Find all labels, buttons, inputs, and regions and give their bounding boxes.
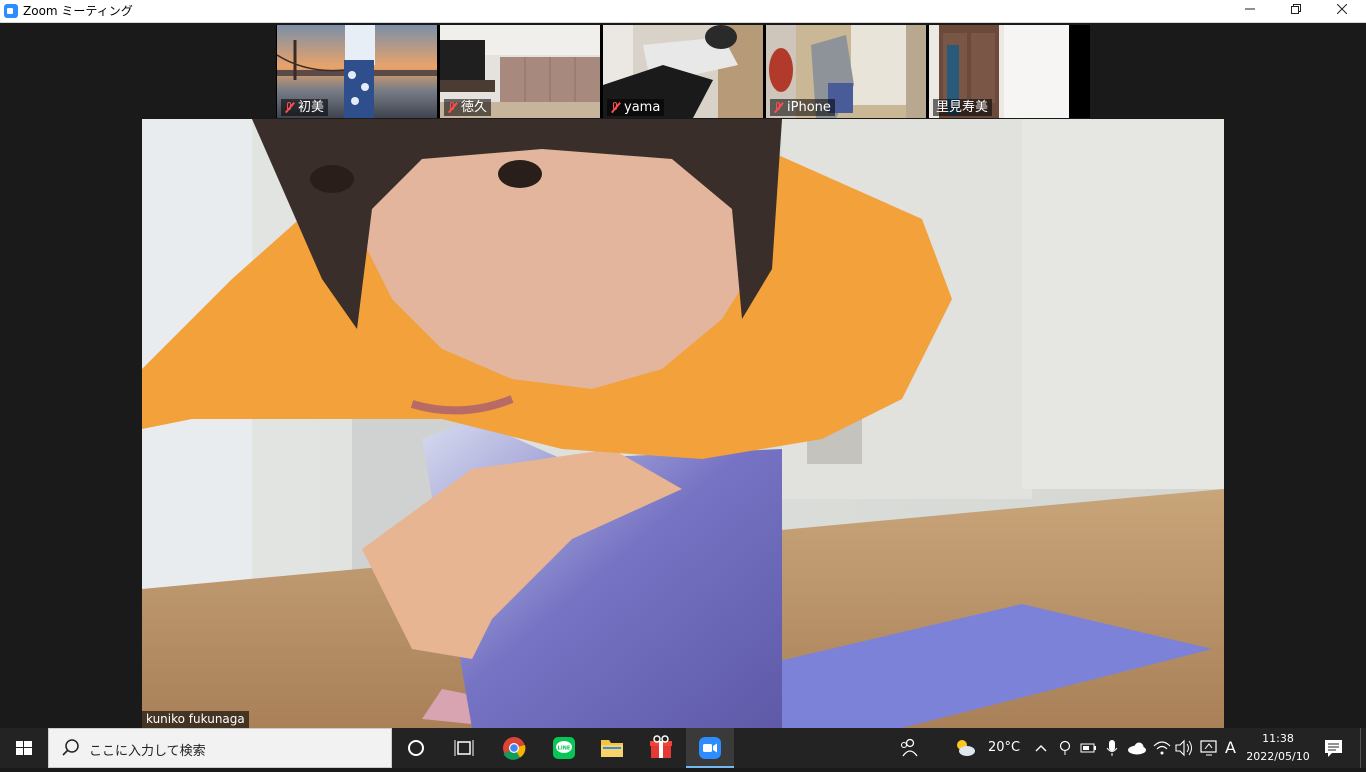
participant-name-label: iPhone [770, 99, 835, 116]
muted-mic-icon [284, 102, 295, 113]
svg-text:LINE: LINE [558, 746, 571, 752]
weather-widget[interactable]: 20°C [952, 728, 1032, 768]
zoom-app-icon [4, 4, 18, 18]
clock-date: 2022/05/10 [1246, 750, 1310, 763]
network-button[interactable] [1151, 728, 1173, 768]
monitor-icon [1200, 740, 1217, 756]
title-bar: Zoom ミーティング [0, 0, 1366, 23]
chrome-icon [503, 737, 526, 760]
restore-button[interactable] [1273, 0, 1319, 22]
taskbar-search-box[interactable]: ここに入力して検索 [48, 728, 392, 768]
chevron-up-icon [1035, 745, 1047, 752]
participant-name-label: 初美 [281, 99, 329, 116]
task-view-button[interactable] [440, 728, 488, 768]
participant-name-label: 徳久 [444, 99, 492, 116]
action-center-button[interactable] [1316, 728, 1350, 768]
webcam-icon [1059, 740, 1071, 755]
windows-logo-icon [16, 741, 32, 755]
line-taskbar-app[interactable]: LINE [540, 728, 588, 768]
gift-icon [650, 735, 672, 758]
active-speaker-name: kuniko fukunaga [142, 711, 249, 728]
task-view-icon [454, 740, 474, 756]
weather-temperature: 20°C [988, 740, 1021, 755]
start-button[interactable] [0, 728, 48, 768]
clock-time: 11:38 [1262, 732, 1294, 745]
people-icon [900, 738, 918, 757]
participant-name-label: yama [607, 99, 665, 116]
gift-taskbar-app[interactable] [637, 728, 685, 768]
cortana-button[interactable] [392, 728, 440, 768]
window-title: Zoom ミーティング [23, 4, 133, 18]
close-icon [1336, 3, 1348, 15]
meeting-area: 初美 徳久 yama iPhone 里見寿美 kuniko fukunaga [0, 23, 1366, 728]
taskbar: ここに入力して検索 LINE 20°C A 11:38 2022/05/10 [0, 728, 1366, 768]
weather-partly-cloudy-icon [957, 740, 975, 756]
participant-tile-5[interactable]: 里見寿美 [929, 25, 1069, 118]
camera-tray-button[interactable] [1054, 728, 1076, 768]
people-button[interactable] [890, 728, 926, 768]
participant-name-label: 里見寿美 [933, 99, 993, 116]
cortana-circle-icon [408, 740, 424, 756]
battery-button[interactable] [1077, 728, 1099, 768]
participant-tile-1[interactable]: 初美 [277, 25, 437, 118]
microphone-tray-button[interactable] [1101, 728, 1123, 768]
active-speaker-video[interactable]: kuniko fukunaga [142, 119, 1224, 728]
cloud-icon [1128, 742, 1146, 755]
ime-mode-indicator[interactable]: A [1222, 728, 1242, 768]
display-tray-button[interactable] [1197, 728, 1221, 768]
close-button[interactable] [1319, 0, 1365, 22]
muted-mic-icon [773, 102, 784, 113]
search-placeholder: ここに入力して検索 [89, 744, 206, 759]
wifi-icon [1153, 741, 1171, 755]
show-desktop-button[interactable] [1360, 728, 1366, 768]
zoom-icon [699, 737, 721, 759]
muted-mic-icon [610, 102, 621, 113]
chrome-taskbar-app[interactable] [490, 728, 538, 768]
clock[interactable]: 11:38 2022/05/10 [1245, 728, 1311, 768]
participant-strip: 初美 徳久 yama iPhone 里見寿美 [276, 25, 1090, 118]
notification-icon [1325, 740, 1342, 757]
search-icon [62, 739, 79, 756]
folder-icon [601, 740, 623, 757]
muted-mic-icon [447, 102, 458, 113]
speaker-video-frame [142, 119, 1224, 728]
onedrive-button[interactable] [1125, 728, 1149, 768]
restore-icon [1291, 4, 1301, 14]
zoom-taskbar-app[interactable] [686, 728, 734, 768]
ime-mode-label: A [1225, 738, 1236, 757]
battery-icon [1080, 743, 1096, 753]
minimize-icon [1245, 8, 1255, 10]
volume-button[interactable] [1173, 728, 1195, 768]
microphone-icon [1106, 740, 1118, 756]
participant-tile-2[interactable]: 徳久 [440, 25, 600, 118]
minimize-button[interactable] [1227, 0, 1273, 22]
file-explorer-taskbar-app[interactable] [588, 728, 636, 768]
line-app-icon: LINE [553, 737, 575, 759]
speaker-volume-icon [1175, 739, 1192, 757]
participant-tile-3[interactable]: yama [603, 25, 763, 118]
participant-tile-4[interactable]: iPhone [766, 25, 926, 118]
show-hidden-icons-button[interactable] [1030, 728, 1052, 768]
